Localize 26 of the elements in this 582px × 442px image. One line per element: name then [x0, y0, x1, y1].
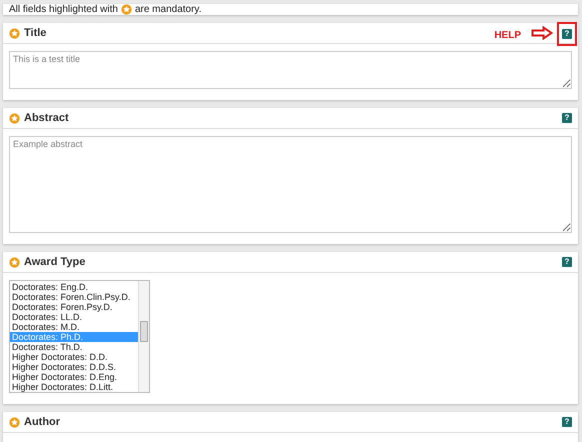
help-icon[interactable]: ?	[562, 29, 572, 39]
list-option[interactable]: Higher Doctorates: D.D.S.	[10, 362, 138, 372]
list-option[interactable]: Doctorates: Foren.Clin.Psy.D.	[10, 292, 138, 302]
award-type-list[interactable]	[9, 280, 150, 393]
list-option[interactable]: Doctorates: Eng.D.	[10, 282, 138, 292]
list-option[interactable]: Doctorates: LL.D.	[10, 312, 138, 322]
scrollbar[interactable]	[138, 281, 149, 392]
list-option[interactable]: Doctorates: M.D.	[10, 322, 138, 332]
arrow-icon	[531, 26, 553, 40]
help-icon[interactable]: ?	[562, 113, 572, 123]
mandatory-notice-text: are mandatory.	[134, 4, 202, 15]
section-title: Award Type	[24, 256, 86, 268]
section-title: Title	[24, 27, 46, 39]
text-area[interactable]: This is a test title	[9, 51, 572, 89]
list-option[interactable]: Higher Doctorates: D.Litt.	[10, 382, 138, 392]
help-icon[interactable]: ?	[562, 417, 572, 427]
section-title: Author	[24, 416, 60, 428]
mandatory-notice-text: All fields highlighted with	[9, 4, 118, 15]
list-option[interactable]: Higher Doctorates: D.D.	[10, 352, 138, 362]
help-icon[interactable]: ?	[562, 257, 572, 267]
list-option[interactable]: Doctorates: Foren.Psy.D.	[10, 302, 138, 312]
list-option[interactable]: Doctorates: Th.D.	[10, 342, 138, 352]
list-option[interactable]: Higher Doctorates: D.Eng.	[10, 372, 138, 382]
help-annotation: HELP	[494, 30, 521, 40]
text-area[interactable]: Example abstract	[9, 136, 572, 233]
section-title: Abstract	[24, 112, 69, 124]
